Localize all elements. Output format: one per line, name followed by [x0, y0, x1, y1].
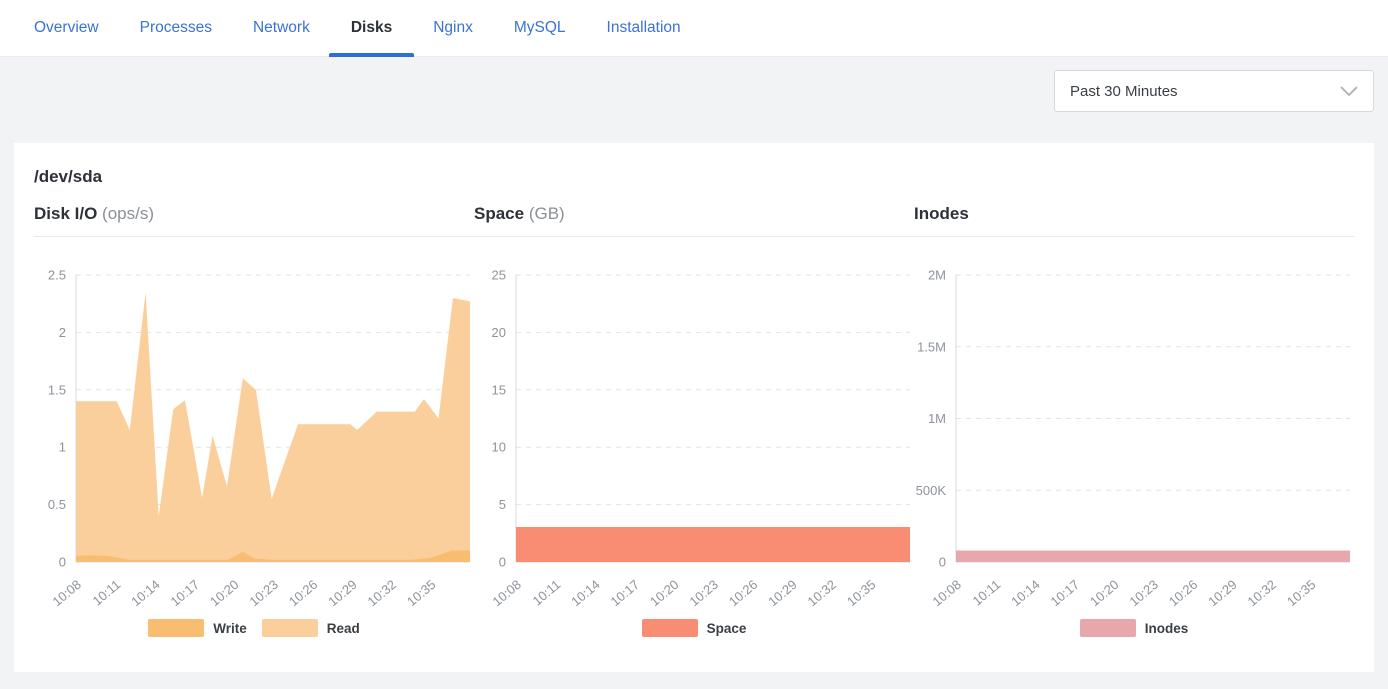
svg-text:10:17: 10:17: [168, 577, 203, 609]
chart-space: 0 5 10 15 20 25 10:0810:1110:1410:1710:2010:23…: [474, 237, 914, 637]
legend-swatch-read: [262, 619, 318, 637]
svg-text:10:35: 10:35: [1284, 577, 1319, 609]
svg-text:10:26: 10:26: [726, 577, 761, 609]
svg-text:1.5: 1.5: [48, 382, 66, 397]
svg-text:1M: 1M: [928, 411, 946, 426]
legend-label: Read: [327, 621, 360, 636]
chart-title: Space: [474, 204, 524, 223]
legend-label: Space: [707, 621, 747, 636]
svg-text:10:14: 10:14: [1008, 577, 1043, 609]
time-range-value: Past 30 Minutes: [1070, 83, 1178, 100]
svg-text:1.5M: 1.5M: [917, 339, 946, 354]
tab-network[interactable]: Network: [253, 0, 310, 56]
chart-headers: Disk I/O (ops/s) Space (GB) Inodes: [34, 203, 1354, 224]
legend-label: Inodes: [1145, 621, 1189, 636]
svg-text:10:29: 10:29: [325, 577, 360, 609]
svg-text:10:29: 10:29: [1205, 577, 1240, 609]
legend-inodes: Inodes: [914, 619, 1354, 637]
chart-unit: (ops/s): [102, 204, 154, 223]
charts-row: 00.511.522.510:0810:1110:1410:1710:2010:…: [34, 237, 1354, 637]
legend-swatch-inodes: [1080, 619, 1136, 637]
chart-disk-io: 00.511.522.510:0810:1110:1410:1710:2010:…: [34, 237, 474, 637]
svg-text:10:14: 10:14: [568, 577, 603, 609]
svg-text:10:11: 10:11: [529, 577, 563, 609]
tab-bar: Overview Processes Network Disks Nginx MySQL I…: [0, 0, 1388, 57]
legend-swatch-space: [642, 619, 698, 637]
svg-text:10:20: 10:20: [1087, 577, 1122, 609]
chart-header-inodes: Inodes: [914, 203, 1354, 224]
legend-swatch-write: [148, 619, 204, 637]
tab-installation[interactable]: Installation: [607, 0, 681, 56]
legend-item-inodes: Inodes: [1080, 619, 1189, 637]
svg-text:10:11: 10:11: [969, 577, 1003, 609]
svg-text:10:11: 10:11: [89, 577, 123, 609]
svg-text:5: 5: [499, 497, 506, 512]
chart-plot-inodes: 0500K1M1.5M2M10:0810:1110:1410:1710:2010…: [914, 237, 1354, 613]
svg-text:10:14: 10:14: [128, 577, 163, 609]
svg-text:10:08: 10:08: [49, 577, 84, 609]
tab-mysql[interactable]: MySQL: [514, 0, 566, 56]
chevron-down-icon: [1340, 86, 1358, 97]
svg-text:10:20: 10:20: [207, 577, 242, 609]
svg-text:1: 1: [59, 440, 66, 455]
svg-text:0.5: 0.5: [48, 497, 66, 512]
chart-title: Inodes: [914, 204, 969, 223]
svg-text:10:23: 10:23: [246, 577, 281, 609]
svg-text:10:26: 10:26: [286, 577, 321, 609]
svg-text:10:20: 10:20: [647, 577, 682, 609]
chart-plot-space: 0 5 10 15 20 25 10:0810:1110:1410:1710:2010:23…: [474, 237, 914, 613]
chart-header-space: Space (GB): [474, 203, 914, 224]
svg-text:10:32: 10:32: [1245, 577, 1280, 609]
legend-item-read: Read: [262, 619, 360, 637]
svg-text:10:17: 10:17: [608, 577, 643, 609]
svg-text:10: 10: [492, 440, 506, 455]
legend-label: Write: [213, 621, 247, 636]
legend-disk-i-o: Write Read: [34, 619, 474, 637]
svg-text:10:32: 10:32: [805, 577, 840, 609]
svg-text:10:23: 10:23: [686, 577, 721, 609]
svg-text:0: 0: [939, 555, 946, 570]
svg-text:10:17: 10:17: [1048, 577, 1083, 609]
chart-inodes: 0500K1M1.5M2M10:0810:1110:1410:1710:2010…: [914, 237, 1354, 637]
legend-space: Space: [474, 619, 914, 637]
tab-overview[interactable]: Overview: [34, 0, 99, 56]
svg-text:10:08: 10:08: [489, 577, 524, 609]
svg-text:10:35: 10:35: [844, 577, 879, 609]
svg-text:500K: 500K: [916, 483, 947, 498]
svg-text:25: 25: [492, 268, 506, 283]
tab-disks[interactable]: Disks: [351, 0, 392, 56]
svg-text:2M: 2M: [928, 268, 946, 283]
svg-text:0: 0: [499, 555, 506, 570]
svg-text:10:08: 10:08: [929, 577, 964, 609]
device-title: /dev/sda: [34, 167, 1354, 187]
svg-text:20: 20: [492, 325, 506, 340]
svg-text:10:23: 10:23: [1126, 577, 1161, 609]
toolbar: Past 30 Minutes: [0, 57, 1388, 143]
svg-text:10:29: 10:29: [765, 577, 800, 609]
chart-plot-disk-i-o: 00.511.522.510:0810:1110:1410:1710:2010:…: [34, 237, 474, 613]
svg-text:15: 15: [492, 382, 506, 397]
time-range-select[interactable]: Past 30 Minutes: [1054, 70, 1374, 112]
svg-text:10:32: 10:32: [365, 577, 400, 609]
svg-text:2.5: 2.5: [48, 268, 66, 283]
svg-text:10:35: 10:35: [404, 577, 439, 609]
chart-unit: (GB): [529, 204, 565, 223]
svg-text:10:26: 10:26: [1166, 577, 1201, 609]
tab-processes[interactable]: Processes: [140, 0, 212, 56]
chart-title: Disk I/O: [34, 204, 97, 223]
disk-card: /dev/sda Disk I/O (ops/s) Space (GB) Ino…: [14, 143, 1374, 672]
svg-text:0: 0: [59, 555, 66, 570]
tab-nginx[interactable]: Nginx: [433, 0, 473, 56]
legend-item-write: Write: [148, 619, 247, 637]
legend-item-space: Space: [642, 619, 747, 637]
chart-header-disk-io: Disk I/O (ops/s): [34, 203, 474, 224]
svg-text:2: 2: [59, 325, 66, 340]
